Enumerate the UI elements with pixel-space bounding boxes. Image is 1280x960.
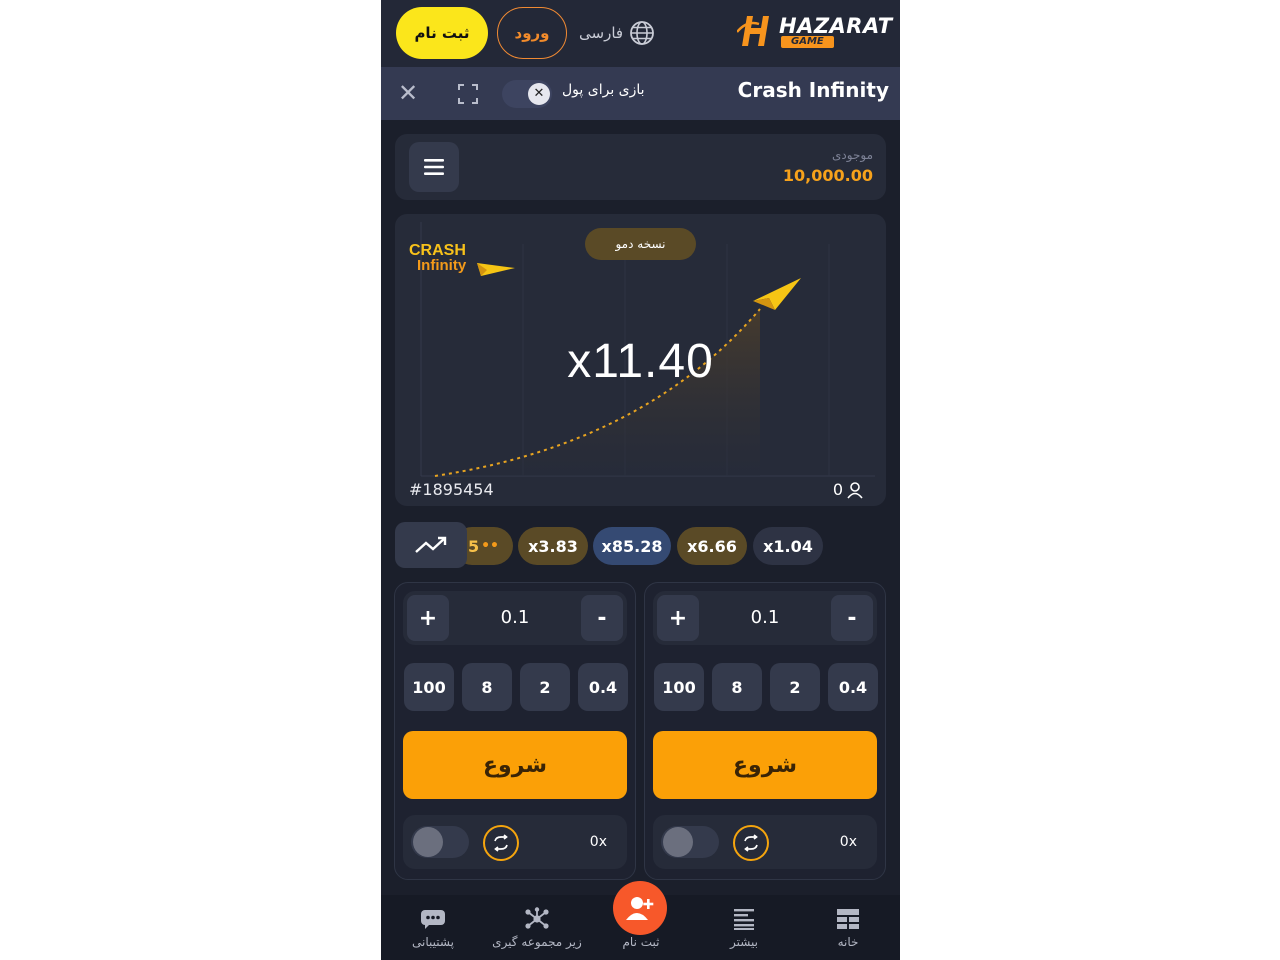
auto-repeat-button[interactable] (733, 825, 769, 861)
register-button[interactable]: ثبت نام (396, 7, 488, 59)
nav-more-label: بیشتر (730, 935, 758, 949)
bet-panel: + 0.1 - 100 8 2 0.4 شروع 0x (394, 582, 636, 880)
bet-amount-value[interactable]: 0.1 (703, 591, 827, 645)
real-money-label: بازی برای پول (562, 82, 645, 98)
demo-badge: نسخه دمو (585, 228, 696, 260)
network-icon (525, 907, 549, 929)
paper-plane-icon (753, 278, 801, 310)
language-label: فارسی (579, 24, 624, 42)
history-button[interactable] (395, 522, 467, 568)
top-header: ثبت نام ورود فارسی HAZARAT GAME (381, 0, 900, 67)
quick-amount-button[interactable]: 100 (654, 663, 704, 711)
nav-signup-button[interactable] (613, 881, 667, 935)
auto-cashout-row: 0x (653, 815, 877, 869)
players-count: 0 (832, 480, 843, 499)
bet-panel: + 0.1 - 100 8 2 0.4 شروع 0x (644, 582, 886, 880)
close-icon[interactable]: ✕ (396, 81, 420, 105)
quick-amount-button[interactable]: 0.4 (578, 663, 628, 711)
bottom-nav: پشتیبانی زیر مجموعه گیری ثبت نام بیشتر خ… (381, 881, 900, 960)
nav-more[interactable]: بیشتر (692, 907, 796, 949)
trend-icon (415, 536, 447, 553)
language-selector[interactable]: فارسی (579, 20, 655, 46)
history-chip[interactable]: x1.04 (753, 527, 823, 565)
nav-support[interactable]: پشتیبانی (381, 907, 485, 949)
login-button[interactable]: ورود (497, 7, 567, 59)
repeat-icon (744, 834, 758, 852)
history-chip[interactable]: x85.28 (593, 527, 671, 565)
history-value: x1.04 (763, 536, 813, 556)
bet-amount-stepper: + 0.1 - (653, 591, 877, 645)
quick-amount-button[interactable]: 100 (404, 663, 454, 711)
add-user-icon (626, 897, 654, 920)
nav-home[interactable]: خانه (796, 907, 900, 949)
nav-referral[interactable]: زیر مجموعه گیری (485, 907, 589, 949)
multiplier-history: 8.25 •• x3.83 x85.28 x6.66 x1.04 (395, 522, 886, 568)
brand-logo[interactable]: HAZARAT GAME (737, 12, 892, 52)
chart-logo-infinity: Infinity (417, 257, 467, 274)
quick-amount-button[interactable]: 8 (712, 663, 762, 711)
balance-card: موجودی 10,000.00 (395, 134, 886, 200)
history-value: x3.83 (528, 536, 578, 556)
auto-cashout-value[interactable]: 0x (840, 815, 857, 869)
crash-chart: CRASH Infinity نسخه دمو x11.40 #1895454 … (395, 214, 886, 506)
start-button[interactable]: شروع (653, 731, 877, 799)
game-area: موجودی 10,000.00 CRASH Infinity نسخه دمو… (381, 120, 900, 895)
start-button[interactable]: شروع (403, 731, 627, 799)
bet-amount-value[interactable]: 0.1 (453, 591, 577, 645)
history-chip[interactable]: x6.66 (677, 527, 747, 565)
history-chip[interactable]: x3.83 (518, 527, 588, 565)
players-counter: 0 (833, 480, 864, 499)
history-value: x6.66 (687, 536, 737, 556)
logo-subtext: GAME (781, 36, 834, 48)
hamburger-icon (424, 159, 444, 175)
auto-cashout-row: 0x (403, 815, 627, 869)
current-multiplier: x11.40 (567, 335, 714, 388)
auto-toggle[interactable] (661, 826, 719, 858)
increase-button[interactable]: + (657, 595, 699, 641)
logo-text: HAZARAT (779, 14, 893, 38)
round-id: #1895454 (409, 480, 494, 499)
decrease-button[interactable]: - (581, 595, 623, 641)
increase-button[interactable]: + (407, 595, 449, 641)
quick-amount-button[interactable]: 0.4 (828, 663, 878, 711)
chat-icon (421, 910, 445, 929)
globe-icon (630, 21, 654, 45)
home-grid-icon (837, 909, 859, 929)
game-toolbar: ✕ ✕ بازی برای پول Crash Infinity (381, 67, 900, 120)
menu-button[interactable] (409, 142, 459, 192)
balance-value: 10,000.00 (782, 166, 873, 185)
auto-toggle[interactable] (411, 826, 469, 858)
logo-h-icon (737, 16, 769, 46)
auto-cashout-value[interactable]: 0x (590, 815, 607, 869)
quick-amount-button[interactable]: 2 (770, 663, 820, 711)
real-money-toggle[interactable]: ✕ (502, 80, 552, 108)
repeat-icon (494, 834, 508, 852)
nav-signup-label: ثبت نام (622, 935, 660, 949)
fullscreen-icon[interactable] (457, 83, 479, 105)
nav-referral-label: زیر مجموعه گیری (492, 935, 582, 949)
nav-home-label: خانه (837, 935, 859, 949)
dots-icon: •• (481, 538, 499, 554)
balance-label: موجودی (832, 148, 873, 162)
quick-amount-button[interactable]: 2 (520, 663, 570, 711)
user-icon (847, 481, 863, 499)
history-value: x85.28 (601, 536, 663, 556)
game-title: Crash Infinity (737, 78, 889, 102)
quick-amount-button[interactable]: 8 (462, 663, 512, 711)
decrease-button[interactable]: - (831, 595, 873, 641)
auto-repeat-button[interactable] (483, 825, 519, 861)
phone-screen: ثبت نام ورود فارسی HAZARAT GAME ✕ ✕ بازی… (381, 0, 900, 960)
list-icon (734, 909, 754, 930)
bet-amount-stepper: + 0.1 - (403, 591, 627, 645)
logo-plane-icon (477, 263, 515, 276)
toggle-x-icon: ✕ (528, 83, 550, 105)
nav-support-label: پشتیبانی (412, 935, 454, 949)
